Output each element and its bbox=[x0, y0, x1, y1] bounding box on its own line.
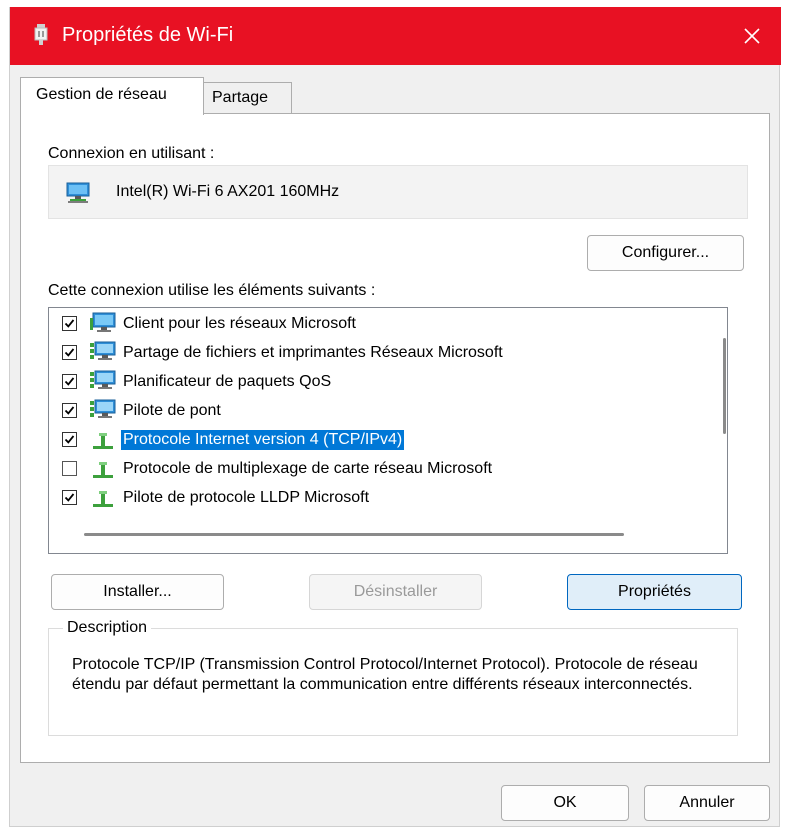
adapter-name: Intel(R) Wi-Fi 6 AX201 160MHz bbox=[116, 183, 340, 200]
component-checkbox[interactable] bbox=[62, 403, 77, 418]
configure-button[interactable]: Configurer... bbox=[587, 235, 744, 271]
component-label: Planificateur de paquets QoS bbox=[123, 373, 332, 390]
component-checkbox[interactable] bbox=[62, 490, 77, 505]
close-icon bbox=[744, 28, 760, 44]
checkmark-icon bbox=[64, 377, 75, 386]
networking-panel: Connexion en utilisant : Intel(R) Wi-Fi … bbox=[20, 113, 770, 763]
components-list[interactable]: Client pour les réseaux Microsoft Partag… bbox=[48, 307, 728, 554]
connection-label: Connexion en utilisant : bbox=[48, 145, 215, 162]
component-label: Protocole de multiplexage de carte résea… bbox=[123, 460, 493, 477]
description-text: Protocole TCP/IP (Transmission Control P… bbox=[72, 656, 698, 693]
cancel-button[interactable]: Annuler bbox=[644, 785, 770, 821]
component-checkbox[interactable] bbox=[62, 461, 77, 476]
adapter-field: Intel(R) Wi-Fi 6 AX201 160MHz bbox=[48, 165, 748, 219]
network-client-icon bbox=[90, 312, 116, 332]
tab-partage[interactable]: Partage bbox=[204, 82, 292, 113]
component-checkbox[interactable] bbox=[62, 374, 77, 389]
components-label: Cette connexion utilise les éléments sui… bbox=[48, 282, 376, 299]
component-label: Pilote de protocole LLDP Microsoft bbox=[123, 489, 370, 506]
vertical-scrollbar-thumb[interactable] bbox=[723, 338, 726, 434]
list-item[interactable]: Planificateur de paquets QoS bbox=[49, 368, 709, 397]
list-item[interactable]: Pilote de pont bbox=[49, 397, 709, 426]
network-service-icon bbox=[90, 341, 116, 360]
checkmark-icon bbox=[64, 493, 75, 502]
protocol-icon bbox=[93, 462, 113, 478]
properties-button[interactable]: Propriétés bbox=[567, 574, 742, 610]
window-title: Propriétés de Wi-Fi bbox=[62, 24, 234, 46]
tab-gestion-de-reseau[interactable]: Gestion de réseau bbox=[20, 77, 204, 115]
list-item[interactable]: Client pour les réseaux Microsoft bbox=[49, 310, 709, 339]
component-checkbox[interactable] bbox=[62, 316, 77, 331]
list-item[interactable]: Pilote de protocole LLDP Microsoft bbox=[49, 484, 709, 513]
network-adapter-icon bbox=[66, 182, 90, 203]
protocol-icon bbox=[93, 491, 113, 507]
protocol-icon bbox=[93, 433, 113, 449]
title-bar: Propriétés de Wi-Fi bbox=[10, 7, 781, 65]
list-item[interactable]: Protocole Internet version 4 (TCP/IPv4) bbox=[49, 426, 709, 455]
component-label: Pilote de pont bbox=[123, 402, 221, 419]
wifi-adapter-icon bbox=[34, 24, 48, 45]
description-group: Description Protocole TCP/IP (Transmissi… bbox=[48, 618, 738, 736]
checkmark-icon bbox=[64, 406, 75, 415]
checkmark-icon bbox=[64, 435, 75, 444]
checkmark-icon bbox=[64, 348, 75, 357]
component-label: Client pour les réseaux Microsoft bbox=[123, 315, 356, 332]
checkmark-icon bbox=[64, 319, 75, 328]
list-item[interactable]: Partage de fichiers et imprimantes Résea… bbox=[49, 339, 709, 368]
network-service-icon bbox=[90, 399, 116, 418]
horizontal-scrollbar-thumb[interactable] bbox=[84, 533, 624, 536]
description-legend: Description bbox=[63, 618, 152, 638]
list-item[interactable]: Protocole de multiplexage de carte résea… bbox=[49, 455, 709, 484]
component-label: Partage de fichiers et imprimantes Résea… bbox=[123, 344, 503, 361]
close-button[interactable] bbox=[723, 7, 781, 65]
component-checkbox[interactable] bbox=[62, 432, 77, 447]
properties-dialog: Propriétés de Wi-Fi Gestion de réseau Pa… bbox=[9, 7, 781, 827]
component-label: Protocole Internet version 4 (TCP/IPv4) bbox=[121, 430, 405, 450]
ok-button[interactable]: OK bbox=[501, 785, 629, 821]
install-button[interactable]: Installer... bbox=[51, 574, 224, 610]
network-service-icon bbox=[90, 370, 116, 389]
component-checkbox[interactable] bbox=[62, 345, 77, 360]
uninstall-button[interactable]: Désinstaller bbox=[309, 574, 482, 610]
